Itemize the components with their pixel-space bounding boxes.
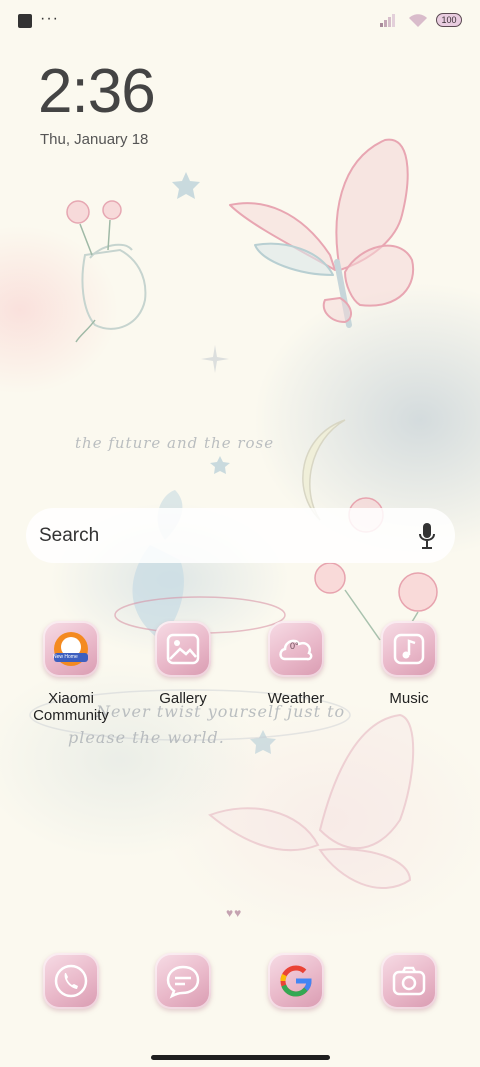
more-dots-icon: ···	[40, 10, 59, 27]
app-label: Xiaomi Community	[33, 690, 109, 724]
search-label: Search	[39, 525, 100, 546]
dock-camera[interactable]	[359, 953, 459, 1009]
app-xiaomi-community[interactable]: New Home Xiaomi Community	[21, 621, 121, 724]
new-home-badge: New Home	[53, 654, 78, 660]
app-label: Music	[389, 690, 429, 707]
google-icon[interactable]	[268, 953, 324, 1009]
clock-time[interactable]: 2:36	[38, 56, 156, 127]
status-bar: ··· 100	[18, 10, 462, 32]
app-label: Weather	[267, 690, 325, 707]
dock-phone[interactable]	[21, 953, 121, 1009]
app-weather[interactable]: 0° Weather	[246, 621, 346, 707]
phone-icon[interactable]	[43, 953, 99, 1009]
clock-date[interactable]: Thu, January 18	[40, 131, 148, 148]
app-music[interactable]: Music	[359, 621, 459, 707]
signal-icon	[380, 14, 395, 27]
microphone-icon[interactable]	[417, 522, 437, 550]
messages-icon[interactable]	[155, 953, 211, 1009]
faded-butterfly-illustration	[208, 713, 415, 890]
wifi-icon	[409, 14, 427, 27]
butterfly-illustration	[229, 138, 415, 328]
music-note-icon[interactable]	[381, 621, 437, 677]
app-label: Gallery	[159, 690, 207, 707]
camera-icon[interactable]	[381, 953, 437, 1009]
xiaomi-community-icon[interactable]: New Home	[43, 621, 99, 677]
weather-temperature: 0°	[290, 641, 299, 651]
app-gallery[interactable]: Gallery	[133, 621, 233, 707]
dock-google[interactable]	[246, 953, 346, 1009]
rose-jar-illustration	[66, 200, 147, 343]
wallpaper-caption-rose: the future and the rose	[75, 434, 275, 452]
weather-cloud-icon[interactable]: 0°	[268, 621, 324, 677]
home-gesture-bar[interactable]	[151, 1055, 330, 1060]
notification-square-icon	[18, 14, 32, 28]
wallpaper-caption-line2: please the world.	[68, 728, 225, 747]
battery-icon: 100	[436, 13, 462, 27]
page-indicator[interactable]: ♥♥	[226, 906, 242, 920]
gallery-icon[interactable]	[155, 621, 211, 677]
search-bar[interactable]: Search	[26, 508, 455, 563]
dock-messages[interactable]	[133, 953, 233, 1009]
